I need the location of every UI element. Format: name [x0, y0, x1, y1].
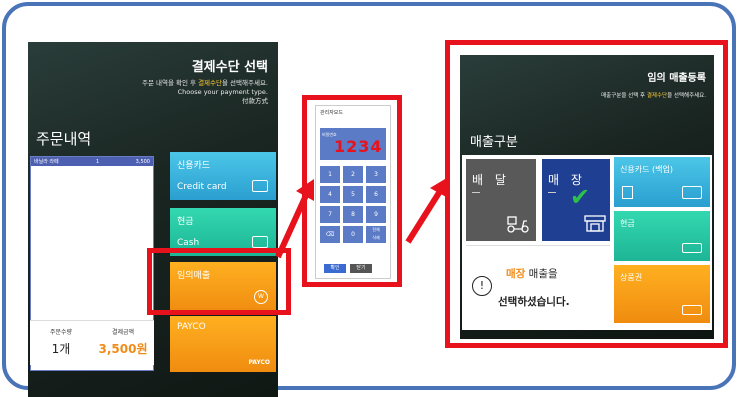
message-rest: 매출을	[525, 268, 558, 280]
amount-value: 3,500원	[98, 342, 148, 356]
delivery-button[interactable]: 배 달	[466, 159, 536, 241]
qty-label: 주문수량	[49, 329, 73, 336]
admin-mode-title: 관리자모드	[320, 110, 344, 116]
key-0[interactable]: 0	[343, 226, 363, 243]
key-8[interactable]: 8	[343, 206, 363, 223]
card-label: 신용카드 (백업)	[620, 165, 673, 174]
pin-value: 1234	[334, 137, 383, 156]
credit-card-button[interactable]: 신용카드 Credit card	[170, 152, 276, 200]
cash-label: 현금	[620, 219, 635, 228]
payment-selection-screen: 결제수단 선택 주문 내역을 확인 후 결제수단을 선택해주세요. Choose…	[28, 42, 278, 397]
keypad: 1 2 3 4 5 6 7 8 9 ⌫ 0 전체 삭제	[320, 166, 386, 243]
credit-card-icon	[682, 186, 702, 199]
cash-button[interactable]: 현금	[614, 211, 710, 261]
clear-all-key[interactable]: 전체 삭제	[366, 226, 386, 243]
gift-card-icon	[682, 305, 702, 315]
subtitle-en: Choose your payment type.	[177, 88, 268, 96]
order-section-title: 주문내역	[36, 130, 92, 148]
message-line-1: 매장 매출을	[506, 266, 558, 281]
subtitle-text: 매출구분을 선택 후	[601, 93, 647, 99]
key-3[interactable]: 3	[366, 166, 386, 183]
admin-pin-pad: 관리자모드 비밀번호 1234 1 2 3 4 5 6 7 8 9 ⌫ 0 전체…	[315, 105, 391, 279]
scooter-icon	[507, 216, 529, 233]
cash-label-en: Cash	[177, 238, 200, 248]
highlight-box-arbitrary-sales: 임의 매출등록 매출구분을 선택 후 결제수단을 선택해주세요. 매출구분 배 …	[445, 40, 728, 348]
order-list-item[interactable]: 바닐라 라떼 1 3,500	[31, 157, 153, 166]
payco-label: PAYCO	[177, 322, 206, 332]
subtitle-jp: 付款方式	[242, 97, 268, 105]
credit-label-en: Credit card	[177, 182, 227, 192]
arbitrary-sales-screen: 임의 매출등록 매출구분을 선택 후 결제수단을 선택해주세요. 매출구분 배 …	[460, 55, 714, 339]
credit-card-backup-button[interactable]: 신용카드 (백업)	[614, 157, 710, 207]
divider	[472, 192, 480, 193]
key-4[interactable]: 4	[320, 186, 340, 203]
key-7[interactable]: 7	[320, 206, 340, 223]
page-title: 결제수단 선택	[191, 60, 268, 75]
arrow-1	[275, 179, 314, 259]
payco-logo: PAYCO	[248, 359, 270, 366]
subtitle-text-end: 을 선택해주세요.	[222, 79, 268, 87]
message-highlight: 매장	[506, 268, 526, 280]
key-9[interactable]: 9	[366, 206, 386, 223]
store-button[interactable]: 매 장 ✔	[542, 159, 610, 241]
qty-value: 1개	[51, 342, 71, 356]
key-1[interactable]: 1	[320, 166, 340, 183]
cash-label-ko: 현금	[177, 217, 194, 227]
page-subtitle: 매출구분을 선택 후 결제수단을 선택해주세요.	[601, 91, 706, 99]
credit-label-ko: 신용카드	[177, 161, 211, 171]
check-icon: ✔	[570, 183, 591, 211]
sales-type-title: 매출구분	[470, 135, 518, 150]
item-qty: 1	[96, 158, 100, 165]
subtitle-highlight: 결제수단	[646, 93, 668, 99]
order-summary: 주문수량 1개 결제금액 3,500원	[30, 320, 154, 365]
gift-label: 상품권	[620, 273, 643, 282]
subtitle-text: 주문 내역을 확인 후	[141, 79, 199, 87]
sales-panel: 배 달 매 장 ✔ 신용카드 (백업) 현금 상품권 ! 매장 매출을 선택하셨…	[462, 155, 712, 330]
cash-icon	[682, 243, 702, 253]
subtitle-text-end: 을 선택해주세요.	[667, 93, 706, 99]
gift-certificate-button[interactable]: 상품권	[614, 265, 710, 323]
page-subtitle: 주문 내역을 확인 후 결제수단을 선택해주세요. Choose your pa…	[142, 79, 268, 106]
credit-card-icon	[252, 180, 268, 192]
divider	[548, 192, 556, 193]
shop-icon	[584, 215, 606, 232]
pin-display: 비밀번호 1234	[320, 128, 386, 160]
item-price: 3,500	[135, 158, 150, 165]
key-6[interactable]: 6	[366, 186, 386, 203]
item-name: 바닐라 라떼	[34, 159, 59, 165]
page-title: 임의 매출등록	[647, 73, 706, 84]
key-5[interactable]: 5	[343, 186, 363, 203]
delivery-label: 배 달	[472, 173, 510, 187]
subtitle-highlight: 결제수단	[198, 79, 222, 87]
amount-label: 결제금액	[111, 329, 135, 336]
backspace-key[interactable]: ⌫	[320, 226, 340, 243]
key-2[interactable]: 2	[343, 166, 363, 183]
receipt-icon	[622, 186, 633, 199]
confirm-button[interactable]: 확인	[324, 264, 346, 273]
cash-icon	[252, 236, 268, 248]
close-button[interactable]: 닫기	[350, 264, 372, 273]
message-line-2: 선택하셨습니다.	[498, 296, 570, 308]
payco-button[interactable]: PAYCO PAYCO	[170, 316, 276, 372]
selection-message: ! 매장 매출을 선택하셨습니다.	[466, 245, 610, 326]
exclamation-icon: !	[472, 276, 492, 296]
